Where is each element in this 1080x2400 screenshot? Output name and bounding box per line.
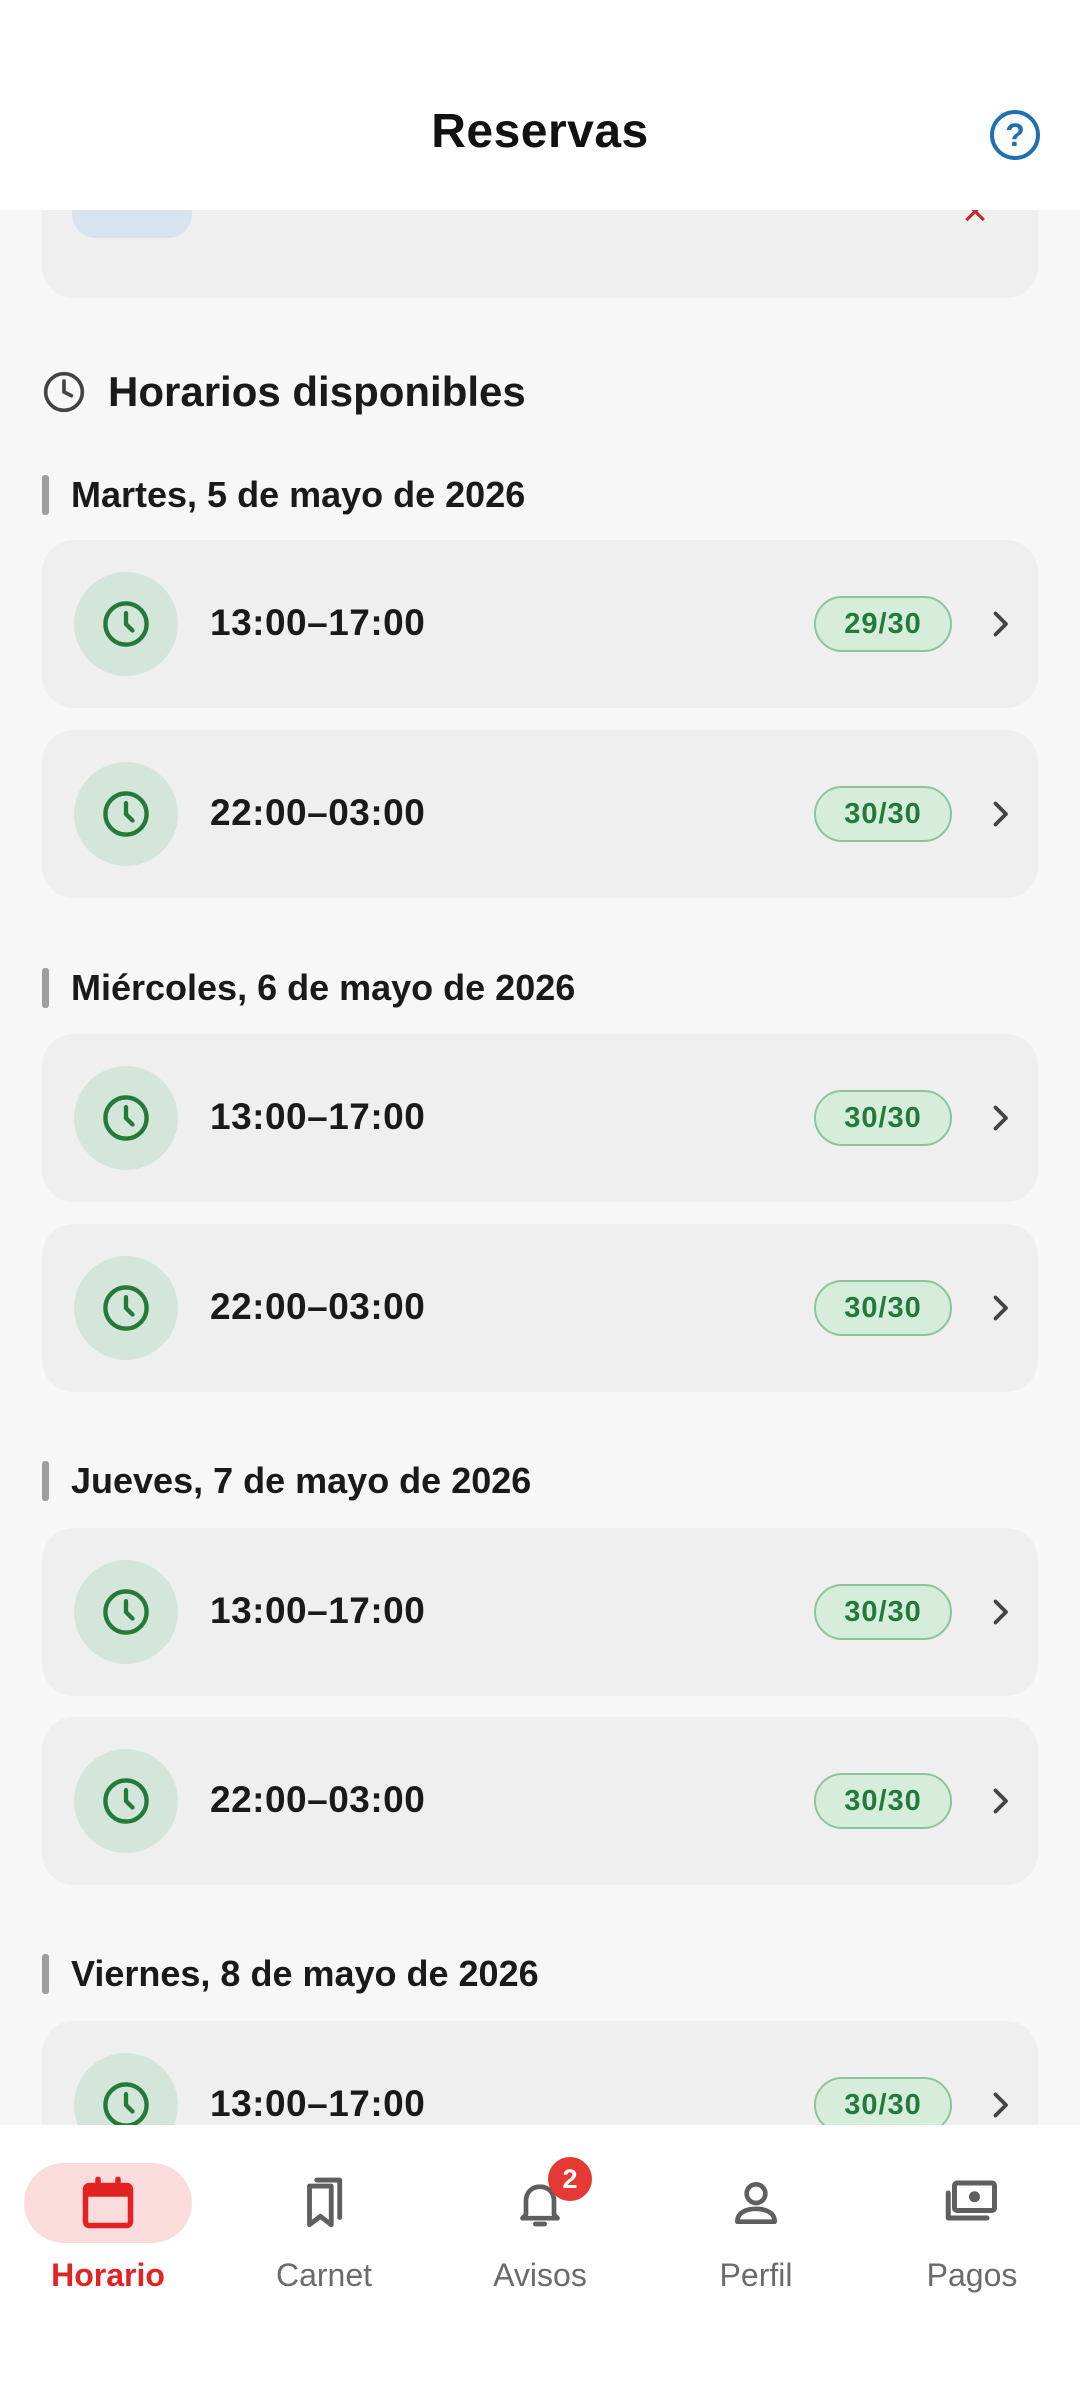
clock-icon	[74, 1749, 178, 1853]
available-slots-heading: Horarios disponibles	[42, 368, 526, 416]
page-title: Reservas	[431, 105, 649, 158]
nav-label: Pagos	[926, 2257, 1018, 2293]
previous-reservation-card: ×	[42, 210, 1038, 298]
chevron-right-icon	[993, 1105, 1008, 1131]
time-slot[interactable]: 13:00–17:00 29/30	[42, 540, 1038, 708]
slot-time: 13:00–17:00	[210, 2083, 426, 2124]
chevron-right-icon	[993, 611, 1008, 637]
slot-time: 22:00–03:00	[210, 1779, 426, 1820]
bottom-navigation: Horario Carnet 2 Avisos Perfil Pagos	[0, 2125, 1080, 2400]
help-icon[interactable]: ?	[990, 110, 1040, 160]
nav-item-avisos[interactable]: 2 Avisos	[432, 2125, 648, 2325]
day-label: Jueves, 7 de mayo de 2026	[71, 1460, 532, 1501]
time-slot[interactable]: 13:00–17:00 30/30	[42, 1034, 1038, 1202]
capacity-badge: 30/30	[814, 1280, 952, 1336]
capacity-badge: 30/30	[814, 1773, 952, 1829]
slot-time: 22:00–03:00	[210, 792, 426, 833]
chevron-right-icon	[993, 801, 1008, 827]
bookmarks-icon	[307, 2177, 343, 2228]
slot-time: 13:00–17:00	[210, 1590, 426, 1631]
clock-outline-icon	[43, 371, 85, 413]
nav-label: Perfil	[719, 2257, 793, 2293]
person-icon	[735, 2182, 777, 2224]
day-label: Viernes, 8 de mayo de 2026	[71, 1953, 539, 1994]
day-label: Miércoles, 6 de mayo de 2026	[71, 967, 576, 1008]
slot-time: 13:00–17:00	[210, 602, 426, 643]
close-icon[interactable]: ×	[962, 210, 988, 234]
payments-icon	[945, 2180, 997, 2221]
nav-item-pagos[interactable]: Pagos	[864, 2125, 1080, 2325]
nav-item-perfil[interactable]: Perfil	[648, 2125, 864, 2325]
schedule-list[interactable]: × Horarios disponibles Martes, 5 de mayo…	[0, 210, 1080, 2125]
day-header: Miércoles, 6 de mayo de 2026	[42, 967, 575, 1009]
clock-icon	[74, 1256, 178, 1360]
section-title: Horarios disponibles	[108, 368, 526, 415]
status-pill	[72, 210, 192, 238]
nav-item-carnet[interactable]: Carnet	[216, 2125, 432, 2325]
day-label: Martes, 5 de mayo de 2026	[71, 474, 526, 515]
day-header: Viernes, 8 de mayo de 2026	[42, 1953, 539, 1995]
slot-time: 13:00–17:00	[210, 1096, 426, 1137]
capacity-badge: 30/30	[814, 2077, 952, 2125]
nav-label: Horario	[51, 2257, 165, 2293]
clock-icon	[74, 1066, 178, 1170]
time-slot[interactable]: 22:00–03:00 30/30	[42, 1717, 1038, 1885]
capacity-badge: 29/30	[814, 596, 952, 652]
clock-icon	[74, 1560, 178, 1664]
time-slot[interactable]: 13:00–17:00 30/30	[42, 2021, 1038, 2125]
time-slot[interactable]: 13:00–17:00 30/30	[42, 1528, 1038, 1696]
notification-badge: 2	[548, 2157, 592, 2201]
chevron-right-icon	[993, 2092, 1008, 2118]
capacity-badge: 30/30	[814, 1584, 952, 1640]
nav-label: Avisos	[493, 2257, 587, 2293]
chevron-right-icon	[993, 1295, 1008, 1321]
capacity-badge: 30/30	[814, 1090, 952, 1146]
capacity-badge: 30/30	[814, 786, 952, 842]
time-slot[interactable]: 22:00–03:00 30/30	[42, 730, 1038, 898]
chevron-right-icon	[993, 1788, 1008, 1814]
nav-item-horario[interactable]: Horario	[0, 2125, 216, 2325]
app-bar: Reservas ?	[0, 0, 1080, 210]
clock-icon	[74, 572, 178, 676]
calendar-icon	[82, 2176, 134, 2229]
nav-label: Carnet	[275, 2257, 373, 2293]
day-header: Jueves, 7 de mayo de 2026	[42, 1460, 531, 1502]
clock-icon	[74, 762, 178, 866]
day-header: Martes, 5 de mayo de 2026	[42, 474, 525, 516]
clock-icon	[74, 2053, 178, 2125]
slot-time: 22:00–03:00	[210, 1286, 426, 1327]
time-slot[interactable]: 22:00–03:00 30/30	[42, 1224, 1038, 1392]
chevron-right-icon	[993, 1599, 1008, 1625]
